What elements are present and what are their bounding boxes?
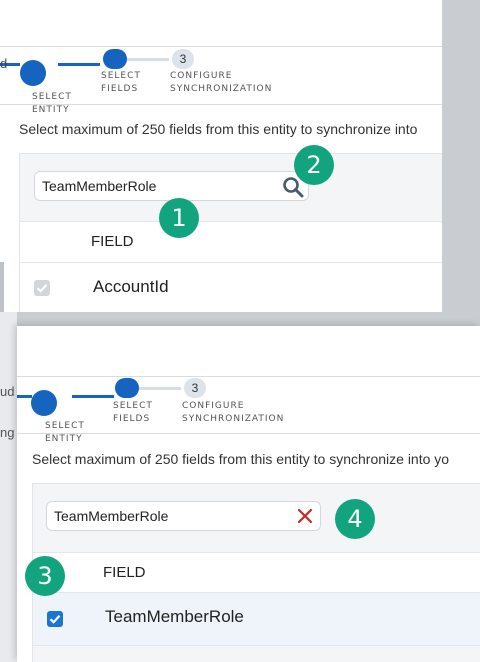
- field-selection-panel-before: 3 SELECT ENTITY SELECT FIELDS CONFIGURE …: [0, 0, 442, 312]
- step-label-line: FIELDS: [113, 414, 151, 424]
- step-2-marker[interactable]: [115, 378, 139, 398]
- step-label-line: SELECT: [45, 421, 85, 431]
- instruction-text: Select maximum of 250 fields from this e…: [32, 451, 450, 467]
- step-label-line: SYNCHRONIZATION: [170, 84, 273, 94]
- step-3-marker[interactable]: 3: [184, 378, 206, 398]
- instruction-text: Select maximum of 250 fields from this e…: [19, 121, 418, 137]
- search-value: TeamMemberRole: [54, 508, 169, 524]
- callout-badge-3: 3: [25, 556, 65, 596]
- step-3-label: CONFIGURE SYNCHRONIZATION: [170, 70, 272, 96]
- stepper-connector: [58, 63, 100, 66]
- field-search-input[interactable]: TeamMemberRole: [46, 501, 321, 531]
- table-header-row: [20, 222, 442, 262]
- field-search-input[interactable]: TeamMemberRole: [34, 171, 309, 201]
- step-label-line: SELECT: [32, 92, 72, 102]
- background-text-fragment: d: [0, 56, 8, 71]
- stepper-connector: [139, 387, 181, 390]
- background-text-fragment: ud: [0, 384, 15, 399]
- step-2-label: SELECT FIELDS: [101, 70, 141, 96]
- callout-badge-1: 1: [159, 198, 199, 238]
- table-header-row: [33, 553, 480, 593]
- stepper-connector: [127, 58, 169, 61]
- background-text-fragment: ng: [0, 425, 15, 440]
- table-row-selected[interactable]: [33, 593, 480, 645]
- step-label-line: SYNCHRONIZATION: [182, 414, 285, 424]
- row-checkbox-checked[interactable]: [47, 611, 63, 627]
- step-label-line: ENTITY: [32, 105, 70, 115]
- checkmark-icon: [36, 284, 48, 293]
- step-label-line: CONFIGURE: [170, 71, 233, 81]
- step-label-line: SELECT: [113, 401, 153, 411]
- stepper-connector: [17, 395, 32, 398]
- divider: [0, 46, 442, 47]
- divider: [17, 376, 480, 377]
- callout-badge-4: 4: [335, 499, 375, 539]
- table-row[interactable]: [20, 263, 442, 312]
- panel-edge: [0, 262, 4, 312]
- table-row-border: [33, 645, 480, 646]
- field-name-cell: AccountId: [93, 277, 169, 296]
- field-selection-panel-after: 3 SELECT ENTITY SELECT FIELDS CONFIGURE …: [17, 326, 480, 662]
- step-label-line: ENTITY: [45, 434, 83, 444]
- step-label-line: FIELDS: [101, 84, 139, 94]
- divider: [0, 104, 442, 105]
- search-value: TeamMemberRole: [42, 178, 157, 194]
- field-column-header: FIELD: [91, 233, 134, 250]
- step-label-line: CONFIGURE: [182, 401, 245, 411]
- step-label-line: SELECT: [101, 71, 141, 81]
- clear-search-icon[interactable]: [296, 507, 314, 525]
- field-column-header: FIELD: [103, 564, 146, 581]
- step-1-marker[interactable]: [20, 60, 46, 86]
- step-1-marker[interactable]: [31, 390, 57, 416]
- step-2-label: SELECT FIELDS: [113, 400, 153, 426]
- step-3-label: CONFIGURE SYNCHRONIZATION: [182, 400, 284, 426]
- step-3-marker[interactable]: 3: [172, 49, 194, 69]
- background-sidebar-strip: [0, 312, 17, 662]
- checkmark-icon: [49, 615, 61, 624]
- stepper-connector: [72, 395, 114, 398]
- step-2-marker[interactable]: [103, 49, 127, 69]
- field-name-cell: TeamMemberRole: [105, 607, 244, 626]
- callout-badge-2: 2: [294, 145, 334, 185]
- row-checkbox-disabled: [34, 280, 50, 296]
- divider: [17, 433, 480, 434]
